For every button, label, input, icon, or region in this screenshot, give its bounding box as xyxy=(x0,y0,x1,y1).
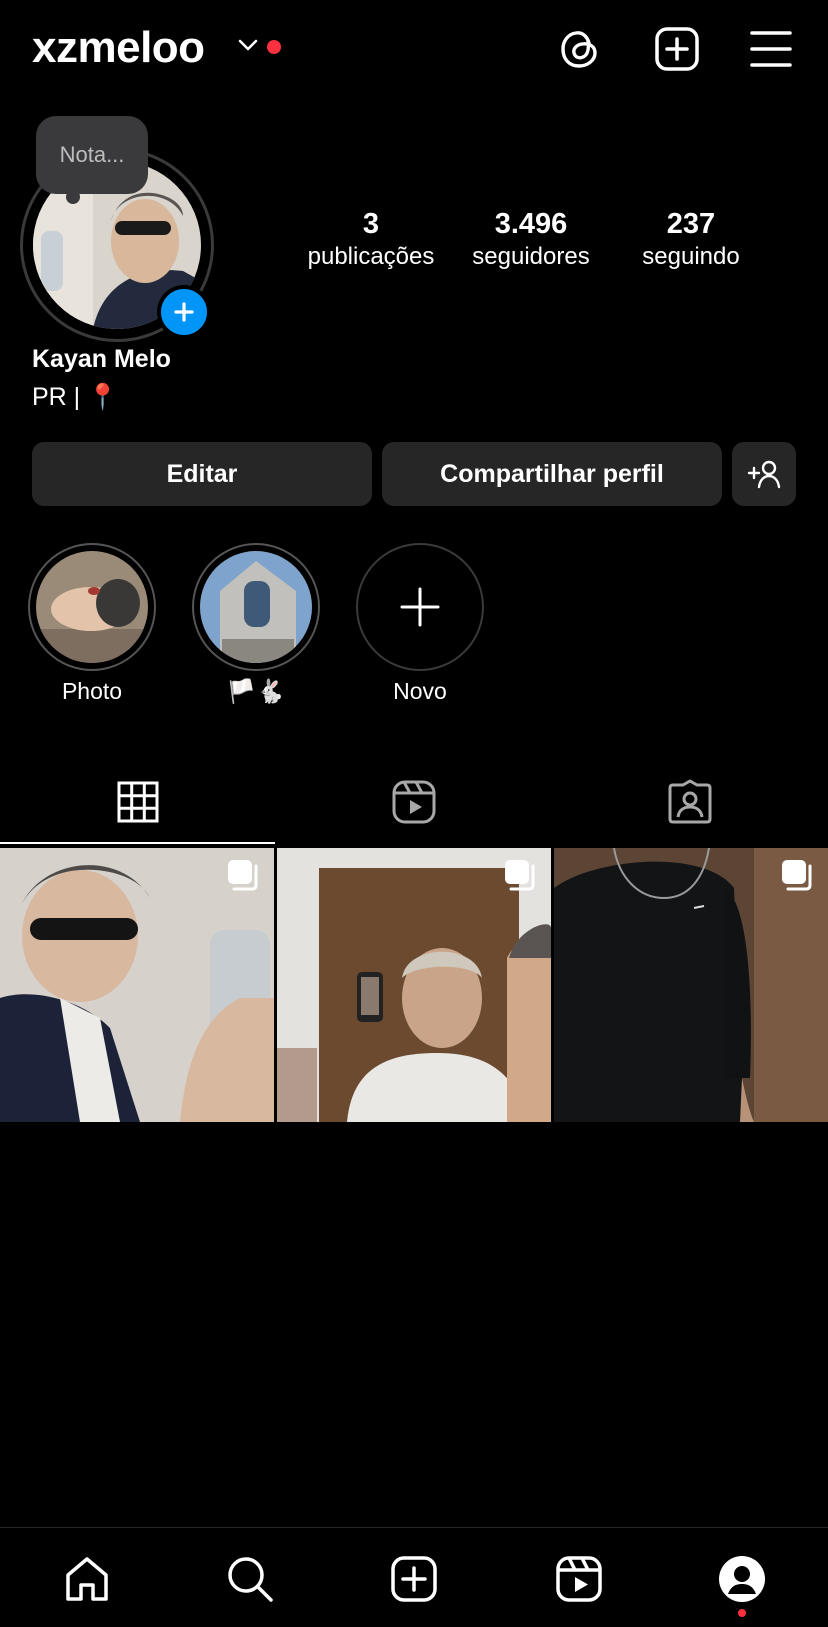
profile-icon xyxy=(719,1556,765,1602)
discover-people-button[interactable] xyxy=(732,442,796,506)
stat-following[interactable]: 237 seguindo xyxy=(616,206,766,272)
highlight-label: Photo xyxy=(61,678,123,704)
reels-icon xyxy=(392,780,436,824)
threads-icon[interactable] xyxy=(558,26,602,72)
plus-icon xyxy=(174,302,194,322)
post-thumbnail[interactable] xyxy=(554,848,828,1122)
search-icon xyxy=(228,1557,273,1602)
tab-posts-grid[interactable] xyxy=(0,760,276,844)
profile-full-name: Kayan Melo xyxy=(32,345,171,373)
highlight-label: 🏳️🐇 xyxy=(227,678,285,704)
nav-home[interactable] xyxy=(61,1553,113,1605)
carousel-icon xyxy=(228,860,258,891)
stat-followers-label: seguidores xyxy=(472,243,590,270)
note-bubble[interactable]: Nota... xyxy=(36,116,148,194)
post-thumbnail[interactable] xyxy=(277,848,551,1122)
stat-posts-value: 3 xyxy=(362,208,380,240)
highlight-photo-cover[interactable] xyxy=(36,551,148,663)
nav-create[interactable] xyxy=(388,1553,440,1605)
new-highlight-button[interactable] xyxy=(356,543,484,671)
nav-profile[interactable] xyxy=(716,1553,768,1605)
carousel-icon xyxy=(505,860,535,891)
tab-tagged[interactable] xyxy=(552,760,828,844)
active-tab-indicator xyxy=(0,842,275,844)
nav-reels[interactable] xyxy=(553,1553,605,1605)
plus-icon xyxy=(400,587,440,627)
home-icon xyxy=(66,1557,108,1601)
nav-search[interactable] xyxy=(224,1553,276,1605)
stat-posts-label: publicações xyxy=(307,243,435,270)
stat-followers-value: 3.496 xyxy=(494,208,568,240)
stat-following-label: seguindo xyxy=(642,243,740,270)
add-story-button[interactable] xyxy=(157,285,211,339)
profile-notification-dot xyxy=(738,1609,746,1617)
highlight-building-cover[interactable] xyxy=(200,551,312,663)
tagged-icon xyxy=(668,779,712,824)
reels-icon xyxy=(556,1556,602,1602)
grid-icon xyxy=(117,781,159,823)
create-post-icon[interactable] xyxy=(654,26,700,72)
edit-profile-button[interactable]: Editar xyxy=(32,442,372,506)
post-thumbnail[interactable] xyxy=(0,848,274,1122)
menu-icon[interactable] xyxy=(750,30,792,68)
create-post-icon xyxy=(391,1556,437,1602)
stat-following-value: 237 xyxy=(666,208,716,240)
share-profile-button[interactable]: Compartilhar perfil xyxy=(382,442,722,506)
notification-dot xyxy=(267,40,281,54)
note-bubble-tail xyxy=(66,190,80,204)
tab-reels[interactable] xyxy=(276,760,552,844)
chevron-down-icon[interactable] xyxy=(238,38,258,52)
stat-posts[interactable]: 3 publicações xyxy=(296,206,446,272)
stat-followers[interactable]: 3.496 seguidores xyxy=(456,206,606,272)
add-person-icon xyxy=(747,460,781,489)
highlight-label: Novo xyxy=(393,678,447,704)
profile-bio: PR | 📍 xyxy=(32,383,119,411)
carousel-icon xyxy=(782,860,812,891)
profile-username[interactable]: xzmeloo xyxy=(32,22,205,74)
